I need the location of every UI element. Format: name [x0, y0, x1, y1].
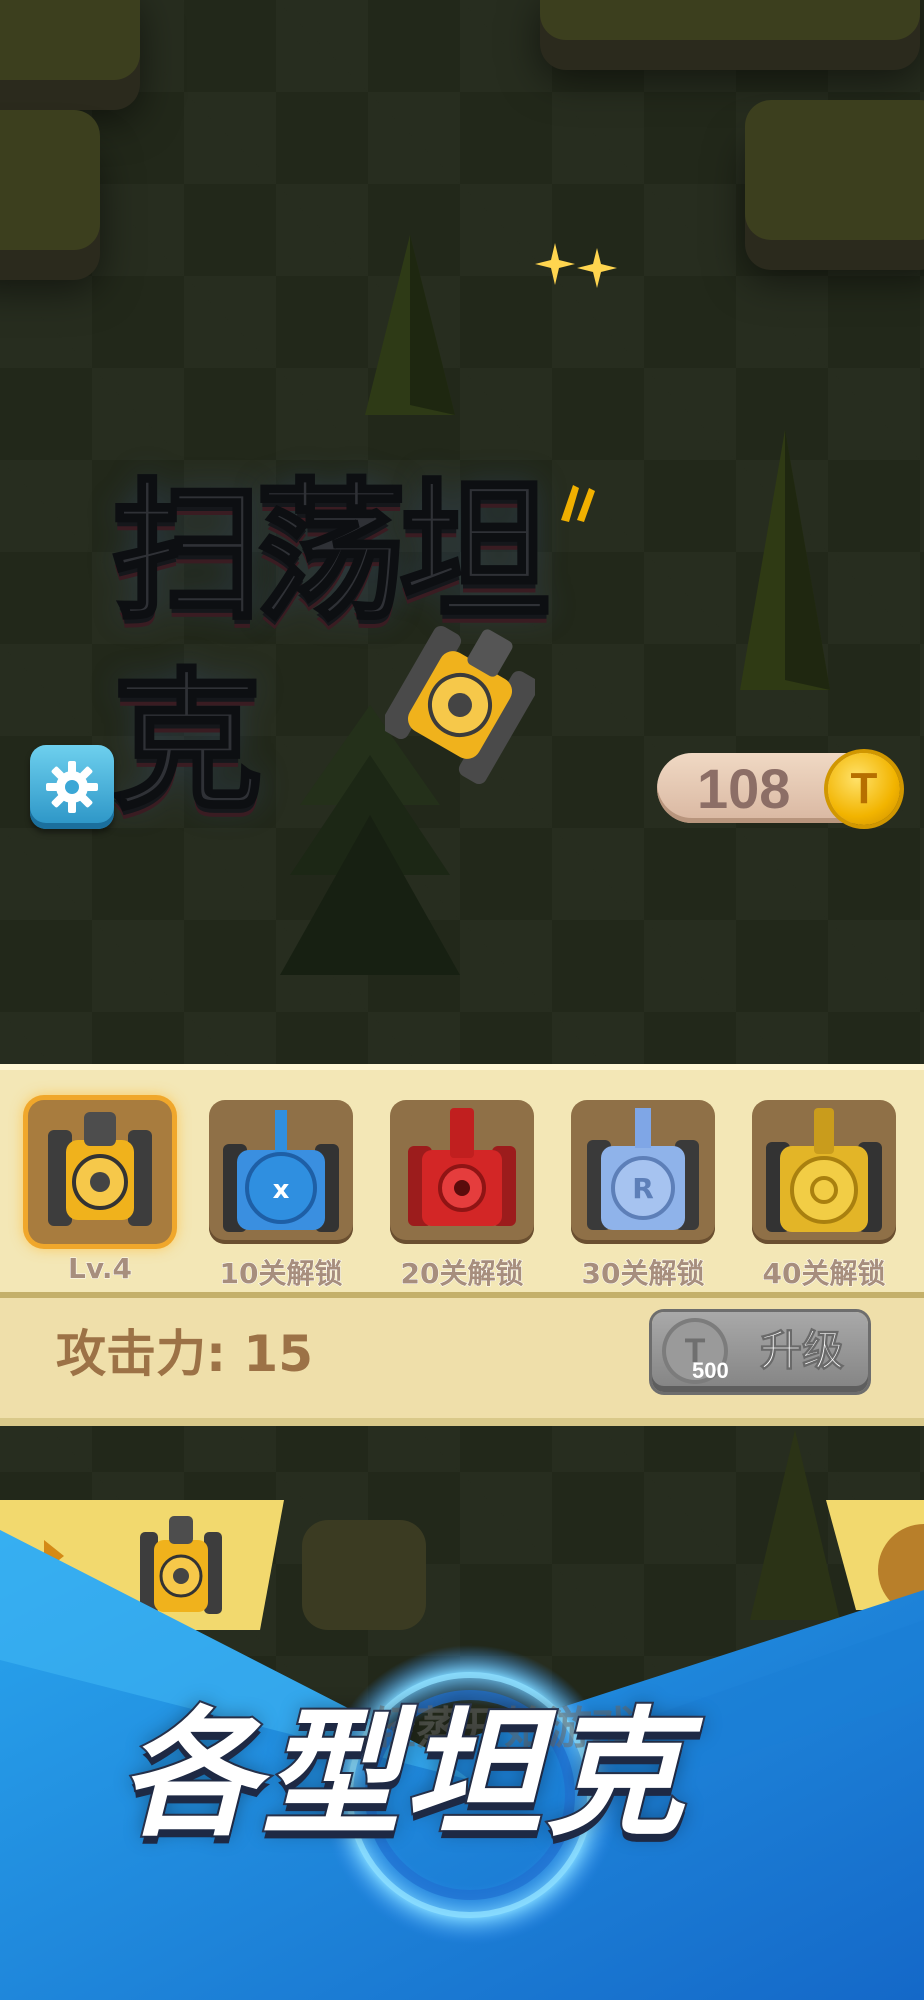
- tank-slot-1-label: Lv.4: [68, 1252, 133, 1286]
- player-tank-icon: [385, 625, 535, 785]
- tank-icon: x: [223, 1110, 339, 1232]
- upgrade-button[interactable]: T 500 升级: [652, 1312, 868, 1392]
- tank-slot-4-label: 30关解锁: [581, 1257, 705, 1291]
- tank-slot-3-label: 20关解锁: [400, 1257, 524, 1291]
- tank-icon: R: [587, 1108, 699, 1230]
- tank-icon: [408, 1108, 516, 1226]
- terrain-block: [745, 100, 924, 240]
- tank-slot-2[interactable]: x: [209, 1100, 353, 1244]
- svg-text:R: R: [632, 1172, 654, 1205]
- tank-slot-3[interactable]: [390, 1100, 534, 1244]
- game-scene: 扫荡坦克 108 T Lv.4 x 10关解锁 20关解锁 R 30关解锁 40…: [0, 0, 924, 2000]
- gear-icon: [46, 761, 98, 813]
- coin-icon: T: [828, 753, 900, 825]
- terrain-block: [0, 110, 100, 250]
- pine-tree-decor: [365, 235, 455, 415]
- tank-slot-4[interactable]: R: [571, 1100, 715, 1244]
- terrain-block: [0, 0, 140, 80]
- tank-slot-5-label: 40关解锁: [762, 1257, 886, 1291]
- tank-icon: [766, 1108, 882, 1232]
- tank-slot-2-label: 10关解锁: [219, 1257, 343, 1291]
- terrain-block: [540, 0, 920, 40]
- upgrade-label: 升级: [759, 1326, 845, 1376]
- settings-button[interactable]: [30, 745, 114, 829]
- tank-icon: [48, 1112, 152, 1226]
- tank-slot-1[interactable]: [28, 1100, 172, 1244]
- attack-power-label: 攻击力: 15: [56, 1325, 313, 1383]
- promo-banner-text: 各型坦克: [118, 1692, 689, 1857]
- tank-slot-5[interactable]: [752, 1100, 896, 1244]
- spark-effect: [535, 243, 617, 288]
- coin-symbol: T: [850, 764, 878, 813]
- upgrade-price: 500: [692, 1358, 729, 1383]
- svg-text:x: x: [273, 1175, 290, 1205]
- pine-tree-decor: [740, 430, 830, 690]
- coin-amount: 108: [697, 757, 791, 820]
- game-title: 扫荡坦克: [110, 464, 552, 832]
